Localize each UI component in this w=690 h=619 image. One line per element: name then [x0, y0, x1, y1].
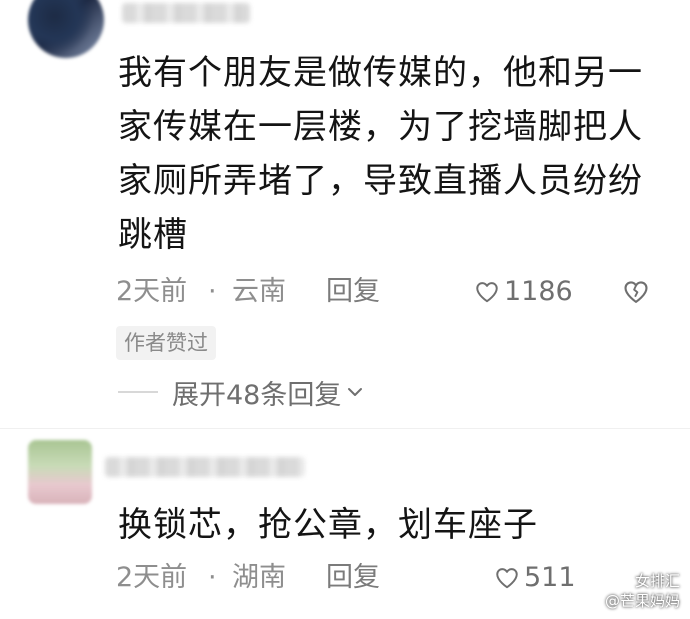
like-button[interactable]: 1186 [474, 275, 573, 309]
comment-text: 我有个朋友是做传媒的，他和另一家传媒在一层楼，为了挖墙脚把人家厕所弄堵了，导致直… [118, 53, 643, 255]
comment-meta: 2天前 · 湖南 回复 511 [116, 561, 661, 595]
comment-meta: 2天前 · 云南 回复 1186 [116, 275, 661, 309]
comment-divider [0, 428, 690, 429]
watermark-title: 女排汇 [634, 572, 680, 590]
avatar[interactable] [28, 0, 104, 58]
expand-replies-label: 展开48条回复 [172, 379, 342, 411]
comment-location: 湖南 [232, 562, 286, 593]
reply-button[interactable]: 回复 [326, 561, 380, 595]
username-blurred[interactable] [122, 3, 250, 23]
meta-separator: · [208, 562, 217, 593]
chevron-down-icon [348, 388, 363, 396]
like-count: 511 [524, 562, 576, 593]
comment-text: 换锁芯，抢公章，划车座子 [118, 505, 538, 545]
like-button[interactable]: 511 [494, 561, 576, 595]
expand-replies-button[interactable]: 展开48条回复 [118, 372, 365, 412]
watermark-handle: @芒果妈妈 [604, 592, 680, 610]
like-count: 1186 [504, 276, 573, 307]
weibo-icon [613, 574, 630, 589]
comment-time: 2天前 [116, 562, 188, 593]
heart-outline-icon [496, 568, 518, 589]
comment-location: 云南 [232, 276, 286, 307]
expand-divider-line [118, 391, 158, 393]
username-blurred[interactable] [105, 457, 305, 477]
meta-separator: · [208, 276, 217, 307]
avatar[interactable] [28, 440, 92, 504]
broken-heart-icon[interactable] [622, 278, 650, 306]
comment-time: 2天前 [116, 276, 188, 307]
watermark: 女排汇 @芒果妈妈 [605, 571, 680, 611]
author-liked-badge: 作者赞过 [116, 326, 216, 360]
heart-outline-icon [476, 282, 498, 303]
reply-button[interactable]: 回复 [326, 275, 380, 309]
